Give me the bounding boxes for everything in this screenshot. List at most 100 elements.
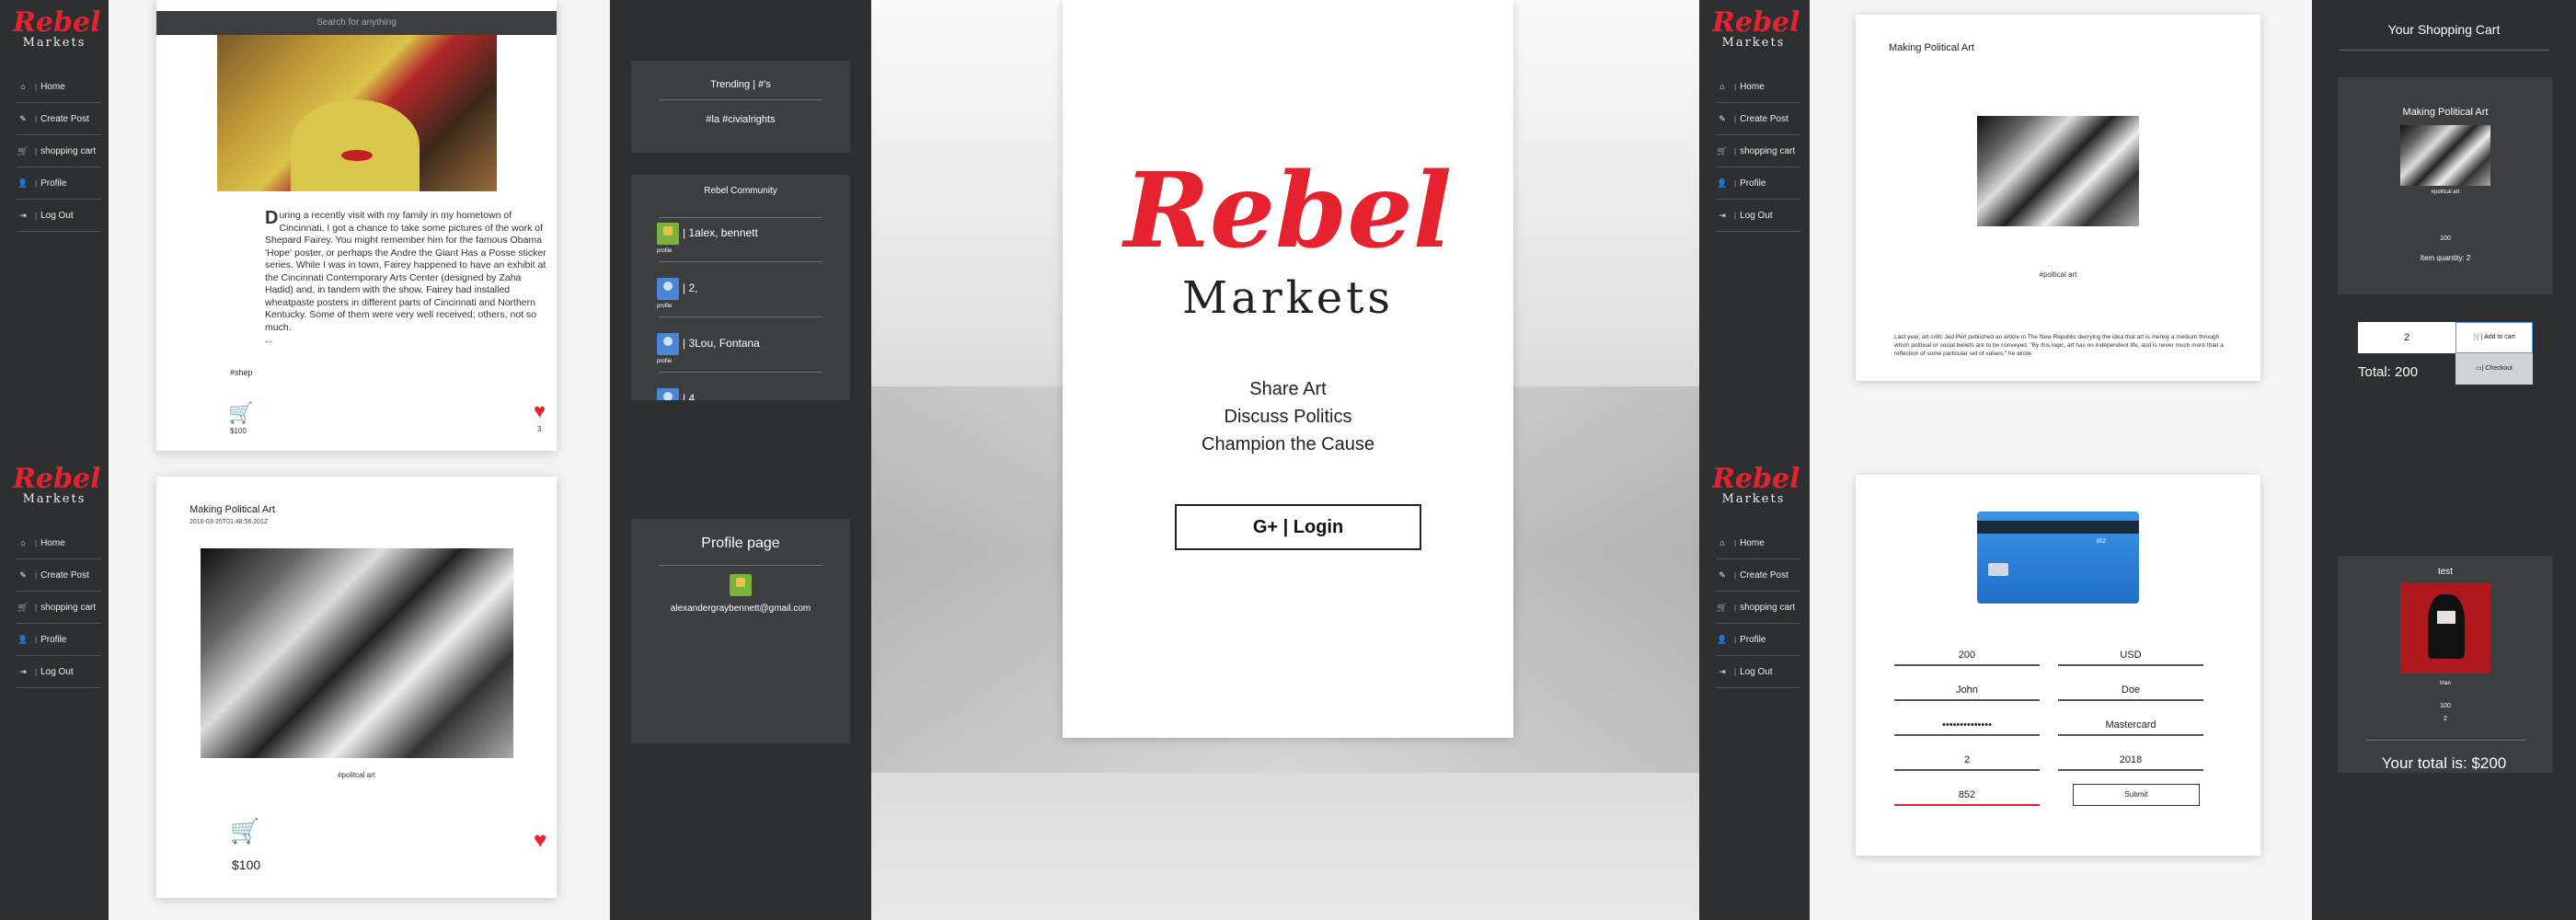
member-name[interactable]: | 4,	[683, 392, 697, 400]
cart-title: Your Shopping Cart	[2387, 22, 2501, 37]
card-cvv: 852	[2097, 539, 2107, 545]
cart-icon[interactable]: 🛒	[228, 401, 253, 425]
sidebar-item-label: Log Out	[1740, 666, 1773, 677]
payment-field[interactable]: 852	[1894, 786, 2040, 806]
sidebar-item-create-post[interactable]: ✎ | Create Post	[17, 559, 101, 592]
cart-icon: 🛒	[1717, 602, 1728, 612]
payment-field[interactable]: 200	[1894, 646, 2040, 666]
sidebar-item-label: shopping cart	[1740, 145, 1796, 156]
sidebar-item-profile[interactable]: 👤 | Profile	[17, 167, 101, 200]
add-to-cart-button[interactable]: 🛒| Add to cart	[2455, 322, 2533, 353]
post-image[interactable]	[217, 35, 497, 191]
avatar[interactable]	[657, 223, 679, 245]
cart-item-card: test trian 100 2	[2338, 556, 2553, 773]
brand-logo[interactable]: Rebel Markets	[13, 9, 100, 50]
post-image[interactable]	[201, 548, 513, 758]
avatar[interactable]	[657, 388, 679, 400]
member-profile-link[interactable]: profile	[657, 304, 672, 309]
trending-tags[interactable]: #la #civialrights	[631, 114, 850, 125]
heart-icon[interactable]: ♥	[534, 828, 546, 854]
tagline-2: Discuss Politics	[1224, 407, 1352, 427]
tagline-1: Share Art	[1249, 379, 1327, 399]
sidebar-item-log-out[interactable]: ⇥ | Log Out	[17, 656, 101, 688]
sidebar-item-label: shopping cart	[1740, 602, 1796, 613]
payment-field[interactable]: ••••••••••••••	[1894, 716, 2040, 736]
sidebar-item-label: Create Post	[40, 113, 89, 124]
avatar[interactable]	[657, 333, 679, 355]
member-name[interactable]: | 2,	[683, 282, 697, 294]
login-logo-rebel: Rebel	[1123, 151, 1453, 271]
login-panel: Rebel Markets Share Art Discuss Politics…	[871, 0, 1699, 920]
sidebar-item-log-out[interactable]: ⇥ | Log Out	[1716, 200, 1800, 232]
quantity-input[interactable]: 2	[2358, 322, 2455, 353]
credit-card-icon: ▭	[2476, 365, 2482, 372]
logout-icon: ⇥	[19, 666, 27, 676]
payment-field[interactable]: John	[1894, 681, 2040, 701]
cart-icon[interactable]: 🛒	[230, 817, 259, 845]
sidebar-item-shopping-cart[interactable]: 🛒 | shopping cart	[17, 135, 101, 167]
sidebar-item-create-post[interactable]: ✎ | Create Post	[17, 103, 101, 135]
profile-email: alexandergraybennett@gmail.com	[670, 604, 811, 614]
brand-logo[interactable]: Rebel Markets	[1712, 9, 1800, 50]
payment-field[interactable]: 2	[1894, 751, 2040, 771]
heart-icon[interactable]: ♥	[534, 399, 546, 423]
sidebar-item-label: Profile	[1740, 634, 1766, 645]
brand-logo[interactable]: Rebel Markets	[1712, 466, 1800, 506]
sidebar-item-profile[interactable]: 👤 | Profile	[17, 624, 101, 656]
separator: |	[35, 538, 38, 547]
separator: |	[1734, 603, 1737, 612]
sidebar-item-log-out[interactable]: ⇥ | Log Out	[17, 200, 101, 232]
sidebar-item-shopping-cart[interactable]: 🛒 | shopping cart	[17, 592, 101, 624]
member-profile-link[interactable]: profile	[657, 359, 672, 364]
sidebar-item-home[interactable]: ⌂ | Home	[1716, 71, 1800, 103]
separator: |	[1734, 538, 1737, 547]
payment-field[interactable]: USD	[2058, 646, 2203, 666]
post-tag[interactable]: #politcal art	[156, 771, 557, 779]
submit-button[interactable]: Submit	[2073, 784, 2200, 806]
sidebar-item-log-out[interactable]: ⇥ | Log Out	[1716, 656, 1800, 688]
sidebar-item-create-post[interactable]: ✎ | Create Post	[1716, 559, 1800, 592]
cart-item-qty: Item quantity: 2	[2420, 254, 2471, 262]
trending-box: Trending | #'s #la #civialrights	[631, 61, 850, 153]
separator: |	[35, 570, 38, 580]
sidebar-item-home[interactable]: ⌂ | Home	[1716, 527, 1800, 559]
cart-icon: 🛒	[1717, 145, 1728, 155]
detail-tag[interactable]: #poltical art	[1856, 270, 2260, 279]
detail-image[interactable]	[1977, 116, 2139, 226]
sidebar-item-profile[interactable]: 👤 | Profile	[1716, 624, 1800, 656]
separator: |	[1734, 114, 1737, 123]
google-login-button[interactable]: G+ | Login	[1175, 504, 1421, 550]
post-tag[interactable]: #shep	[230, 368, 253, 377]
brand-logo[interactable]: Rebel Markets	[13, 466, 100, 506]
sidebar-item-home[interactable]: ⌂ | Home	[17, 71, 101, 103]
payment-field[interactable]: Doe	[2058, 681, 2203, 701]
sidebar-item-label: Create Post	[1740, 569, 1788, 581]
member-profile-link[interactable]: profile	[657, 248, 672, 254]
search-input[interactable]: Search for anything	[156, 11, 557, 35]
sidebar-item-shopping-cart[interactable]: 🛒 | shopping cart	[1716, 135, 1800, 167]
cart-item-tag: trian	[2440, 681, 2451, 686]
sidebar-item-label: Create Post	[40, 569, 89, 581]
sidebar-item-profile[interactable]: 👤 | Profile	[1716, 167, 1800, 200]
poster-face	[291, 99, 420, 191]
sidebar-item-home[interactable]: ⌂ | Home	[17, 527, 101, 559]
checkout-button[interactable]: ▭| Checkout	[2455, 353, 2533, 385]
home-icon: ⌂	[1719, 538, 1725, 547]
payment-field[interactable]: Mastercard	[2058, 716, 2203, 736]
home-icon: ⌂	[20, 538, 26, 547]
member-name[interactable]: | 3Lou, Fontana	[683, 337, 760, 350]
sidebar-item-create-post[interactable]: ✎ | Create Post	[1716, 103, 1800, 135]
separator: |	[35, 178, 38, 188]
sidebar-item-shopping-cart[interactable]: 🛒 | shopping cart	[1716, 592, 1800, 624]
cart-item-qty: 2	[2444, 716, 2447, 722]
separator: |	[35, 603, 38, 612]
member-name[interactable]: | 1alex, bennett	[683, 226, 758, 239]
poster-lips	[341, 150, 373, 161]
user-icon: 👤	[1717, 634, 1728, 644]
sidebar-nav-top: ⌂ | Home ✎ | Create Post 🛒 | shopping cart 👤 | Prof…	[17, 71, 101, 232]
edit-icon: ✎	[19, 569, 27, 580]
avatar[interactable]	[657, 278, 679, 300]
payment-field[interactable]: 2018	[2058, 751, 2203, 771]
separator: |	[35, 211, 38, 220]
separator: |	[35, 667, 38, 676]
